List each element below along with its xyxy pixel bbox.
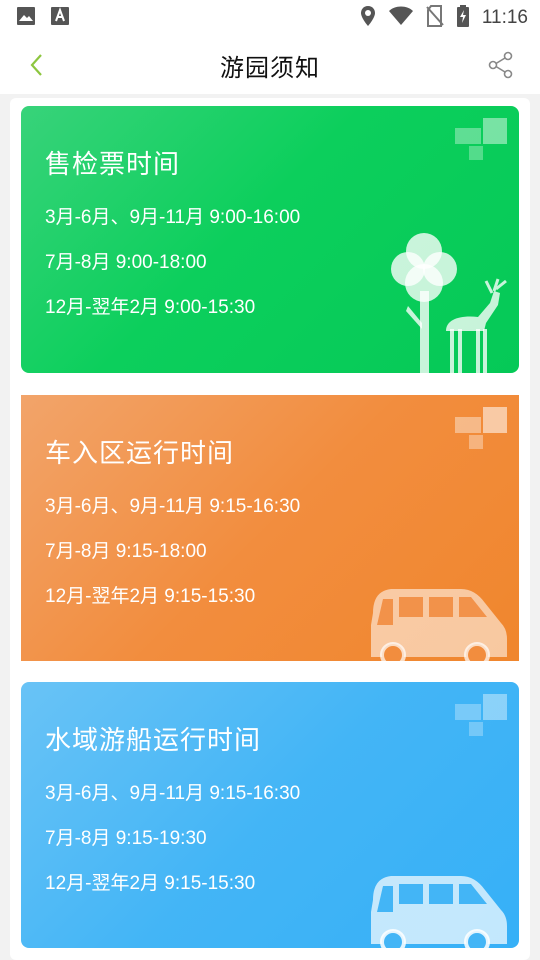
location-icon	[360, 5, 376, 31]
card-line: 3月-6月、9月-11月 9:15-16:30	[45, 783, 301, 804]
card-title: 车入区运行时间	[45, 439, 235, 469]
card-line: 7月-8月 9:15-18:00	[45, 541, 207, 562]
tree-deer-icon	[391, 233, 507, 373]
chevron-left-icon	[30, 54, 42, 76]
status-time: 11:16	[481, 7, 528, 28]
status-left	[16, 6, 70, 30]
share-icon	[488, 51, 513, 79]
card-line: 3月-6月、9月-11月 9:00-16:00	[45, 207, 301, 228]
back-button[interactable]	[22, 50, 52, 80]
card-line: 12月-翌年2月 9:15-15:30	[45, 586, 256, 607]
boat-hours-card: 水域游船运行时间 3月-6月、9月-11月 9:15-16:30 7月-8月 9…	[21, 682, 519, 948]
card-line: 12月-翌年2月 9:00-15:30	[45, 297, 256, 318]
ticket-hours-card: 售检票时间 3月-6月、9月-11月 9:00-16:00 7月-8月 9:00…	[21, 106, 519, 373]
van-icon	[371, 589, 507, 661]
card-line: 7月-8月 9:00-18:00	[45, 252, 207, 273]
image-icon	[16, 6, 36, 30]
card-title: 水域游船运行时间	[45, 726, 262, 756]
page-title: 游园须知	[220, 53, 320, 82]
squares-decoration-icon	[455, 694, 507, 736]
vehicle-hours-card: 车入区运行时间 3月-6月、9月-11月 9:15-16:30 7月-8月 9:…	[21, 395, 519, 661]
status-bar: 11:16	[0, 0, 540, 36]
card-line: 3月-6月、9月-11月 9:15-16:30	[45, 496, 301, 517]
squares-decoration-icon	[455, 407, 507, 449]
card-title: 售检票时间	[45, 150, 181, 180]
card-line: 7月-8月 9:15-19:30	[45, 828, 207, 849]
content-panel: 售检票时间 3月-6月、9月-11月 9:00-16:00 7月-8月 9:00…	[10, 98, 530, 960]
no-sim-icon	[426, 5, 444, 31]
van-icon	[371, 876, 507, 948]
status-right: 11:16	[360, 5, 528, 31]
wifi-icon	[388, 6, 414, 30]
share-button[interactable]	[486, 50, 516, 80]
font-icon	[50, 6, 70, 30]
card-line: 12月-翌年2月 9:15-15:30	[45, 873, 256, 894]
app-bar: 游园须知	[0, 36, 540, 94]
squares-decoration-icon	[455, 118, 507, 160]
battery-charging-icon	[456, 5, 470, 31]
